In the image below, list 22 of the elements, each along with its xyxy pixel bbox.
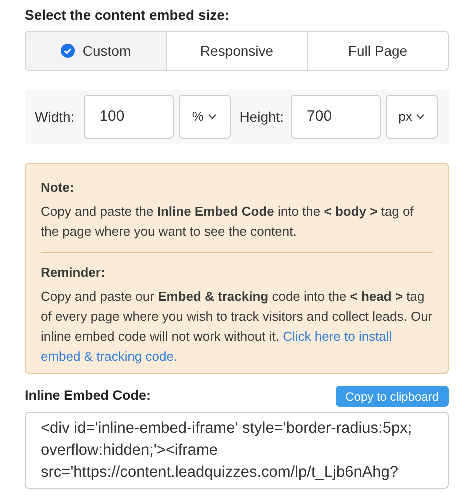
reminder-text: Copy and paste our Embed & tracking code into the < head > tag of every page where you wish to track visitors and collect leads. Our inline embed code will not work without it. Click here to install embed & tracking code. xyxy=(41,288,433,366)
section-heading: Select the content embed size: xyxy=(25,6,231,25)
width-unit-dropdown[interactable]: % xyxy=(178,95,231,139)
install-link[interactable]: embed & tracking code. xyxy=(41,349,178,364)
size-tab[interactable]: Custom xyxy=(26,32,166,70)
height-unit-dropdown[interactable]: px xyxy=(386,95,438,139)
reminder-title: Reminder: xyxy=(41,264,106,282)
chevron-down-icon xyxy=(208,114,217,120)
width-input[interactable]: 100 xyxy=(84,95,174,139)
note-title: Note: xyxy=(41,179,76,197)
check-circle-icon xyxy=(60,44,75,58)
chevron-down-icon xyxy=(416,114,426,120)
note-text: Copy and paste the Inline Embed Code into the < body > tag of the page where you want to see the content. xyxy=(41,203,415,241)
code-line: <div id='inline-embed-iframe' style='border-radius:5px; xyxy=(41,419,414,439)
code-line: src='https://content.leadquizzes.com/lp/t_Ljb6nAhg? xyxy=(41,463,400,483)
install-link[interactable]: Click here to install xyxy=(283,329,392,344)
height-label: Height: xyxy=(240,108,284,127)
height-input[interactable]: 700 xyxy=(291,95,382,139)
embed-code-label: Inline Embed Code: xyxy=(25,387,152,406)
code-line: overflow:hidden;'><iframe xyxy=(41,441,220,461)
width-label: Width: xyxy=(35,108,75,126)
size-tab[interactable]: Full Page xyxy=(307,32,448,70)
